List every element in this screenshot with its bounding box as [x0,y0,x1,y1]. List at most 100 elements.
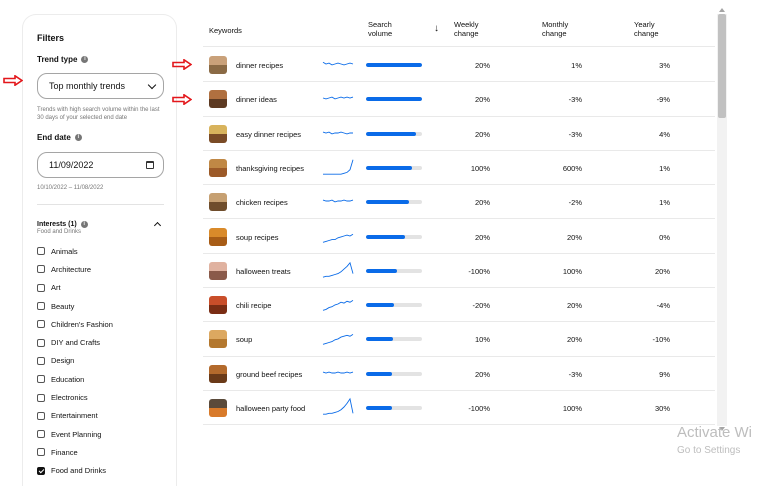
keyword-thumbnail [209,158,227,177]
search-volume-fill [366,268,398,273]
weekly-change-value: 10% [474,335,490,345]
table-row[interactable]: chili recipe -20% 20% -4% [203,288,715,323]
monthly-change-value: 100% [562,266,582,276]
keyword-label[interactable]: chili recipe [236,301,271,310]
interest-item[interactable]: Finance [37,443,113,461]
table-row[interactable]: dinner ideas 20% -3% -9% [203,82,715,117]
search-volume-bar [366,406,422,410]
monthly-change-value: 1% [571,61,582,70]
keyword-label[interactable]: chicken recipes [236,198,288,207]
table-row[interactable]: ground beef recipes 20% -3% 9% [203,357,715,391]
table-row[interactable]: halloween treats -100% 100% 20% [203,254,715,289]
interest-item[interactable]: Art [37,279,113,297]
keyword-label[interactable]: dinner ideas [236,95,277,104]
sparkline-path [323,159,354,175]
table-row[interactable]: soup recipes 20% 20% 0% [203,220,715,254]
interest-item[interactable]: DIY and Crafts [37,333,113,351]
keyword-label[interactable]: halloween treats [236,267,291,276]
activation-watermark-sub: Go to Settings [677,445,741,456]
checkbox[interactable] [37,411,45,420]
checkbox[interactable] [37,320,45,329]
interest-item[interactable]: Entertainment [37,407,113,425]
scroll-up-icon[interactable] [719,8,725,12]
keyword-thumbnail [209,124,227,143]
scrollbar-thumb[interactable] [718,14,726,118]
keyword-label[interactable]: easy dinner recipes [236,130,301,139]
table-row[interactable]: soup 10% 20% -10% [203,322,715,357]
trend-sparkline [322,261,354,278]
chevron-up-icon[interactable] [153,221,162,230]
checkbox[interactable] [37,302,45,311]
sparkline-path [322,61,354,66]
weekly-change-value: 20% [474,95,490,105]
trends-page: Filters Trend type i Top monthly trends … [0,0,765,486]
arrow-down-icon[interactable]: ↓ [434,24,439,34]
interest-item[interactable]: Event Planning [37,425,113,443]
monthly-change-value: -3% [568,369,582,379]
table-header: Keywords Search volume ↓ Weekly change M… [203,14,715,47]
interest-label: Architecture [51,264,92,274]
calendar-icon[interactable] [146,161,154,169]
search-volume-fill [366,337,393,342]
sparkline-path [322,334,354,346]
table-row[interactable]: dinner recipes 20% 1% 3% [203,48,715,83]
interest-item[interactable]: Design [37,352,113,370]
interest-item[interactable]: Electronics [37,388,113,406]
trend-sparkline [322,199,354,203]
monthly-change-value: -3% [568,95,582,105]
interest-item[interactable]: Architecture [37,260,113,278]
trend-sparkline [322,334,354,346]
interests-header[interactable]: Interests (1) i [37,220,164,230]
checkbox[interactable] [37,466,45,475]
interest-item[interactable]: Education [37,370,113,388]
divider [37,204,164,205]
interest-item[interactable]: Animals [37,242,113,260]
table-row[interactable]: easy dinner recipes 20% -3% 4% [203,117,715,151]
weekly-change-value: 20% [474,198,490,208]
keyword-label[interactable]: ground beef recipes [236,370,302,379]
checkbox[interactable] [37,356,45,365]
search-volume-fill [366,200,409,205]
table-row[interactable]: halloween party food -100% 100% 30% [203,391,715,426]
interest-item[interactable]: Food and Drinks [37,462,113,480]
keyword-label[interactable]: soup recipes [236,233,279,242]
checkbox[interactable] [37,265,45,274]
header-yearly-change[interactable]: Yearly change [634,20,674,38]
yearly-change-value: 0% [659,232,670,242]
interest-label: Education [51,374,85,384]
weekly-change-value: 20% [474,232,490,242]
end-date-input[interactable]: 11/09/2022 [37,152,164,178]
header-search-volume[interactable]: Search volume [368,20,408,38]
trend-sparkline [323,159,354,175]
header-monthly-change[interactable]: Monthly change [542,20,582,38]
search-volume-bar [366,234,422,239]
interests-label-text: Interests (1) [37,220,77,228]
info-icon[interactable]: i [80,220,88,228]
keyword-label[interactable]: thanksgiving recipes [236,164,304,173]
table-row[interactable]: chicken recipes 20% -2% 1% [203,185,715,220]
interest-item[interactable]: Beauty [37,297,113,315]
monthly-change-value: -3% [568,129,582,139]
interest-item[interactable]: Children's Fashion [37,315,113,333]
header-weekly-change[interactable]: Weekly change [454,20,494,38]
monthly-change-value: 100% [562,404,582,413]
trend-type-select[interactable]: Top monthly trends [37,73,164,99]
search-volume-fill [366,303,394,308]
keyword-label[interactable]: halloween party food [236,404,305,413]
checkbox[interactable] [37,375,45,384]
info-icon[interactable]: i [81,56,89,63]
checkbox[interactable] [37,448,45,457]
keyword-label[interactable]: soup [236,335,252,344]
checkbox[interactable] [37,430,45,439]
sparkline-path [322,233,354,243]
yearly-change-value: 9% [659,369,670,379]
checkbox[interactable] [37,283,45,292]
checkbox[interactable] [37,338,45,347]
info-icon[interactable]: i [74,134,82,141]
keyword-label[interactable]: dinner recipes [236,61,283,70]
header-keywords[interactable]: Keywords [209,26,242,35]
checkbox[interactable] [37,247,45,256]
checkbox[interactable] [37,393,45,402]
table-row[interactable]: thanksgiving recipes 100% 600% 1% [203,151,715,186]
trend-type-label-text: Trend type [37,55,78,64]
